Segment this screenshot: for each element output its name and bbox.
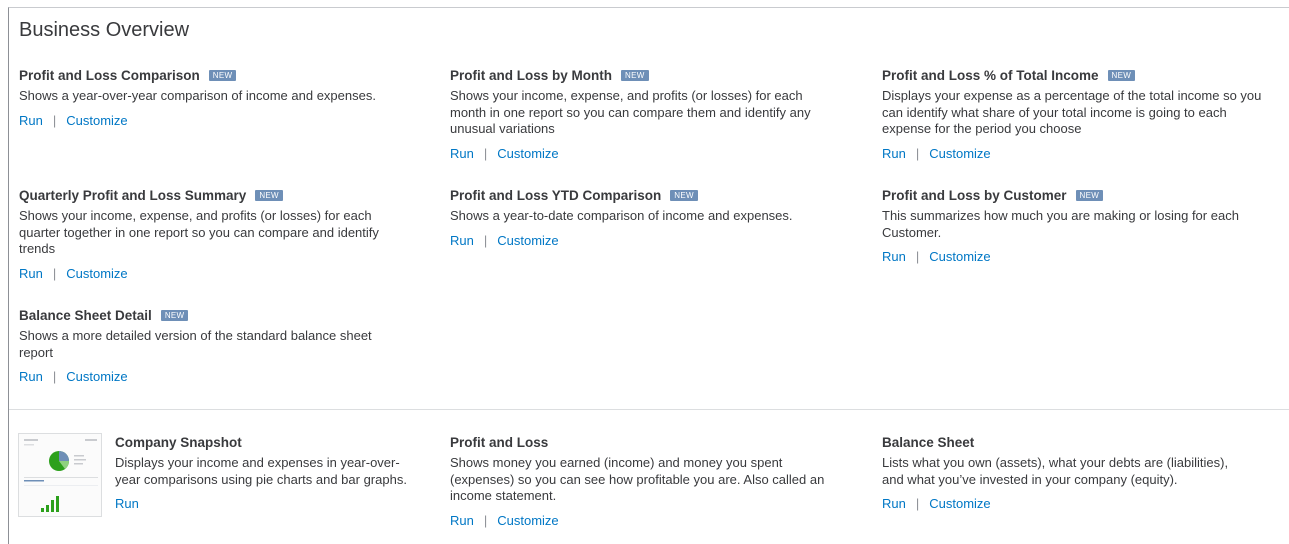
report-balance-sheet: Balance Sheet Lists what you own (assets…: [882, 433, 1232, 512]
report-title: Profit and Loss % of Total Income: [882, 67, 1099, 83]
run-link[interactable]: Run: [19, 266, 43, 282]
section-title: Business Overview: [19, 19, 190, 41]
report-title: Profit and Loss Comparison: [19, 67, 200, 83]
report-title: Profit and Loss by Month: [450, 67, 612, 83]
report-description: Shows your income, expense, and profits …: [450, 88, 811, 136]
report-pl-comparison: Profit and Loss Comparison NEW Shows a y…: [19, 66, 384, 129]
report-title: Balance Sheet: [882, 434, 975, 450]
report-pl-by-customer: Profit and Loss by Customer NEW This sum…: [882, 186, 1262, 265]
customize-link[interactable]: Customize: [497, 146, 558, 162]
customize-link[interactable]: Customize: [66, 266, 127, 282]
run-link[interactable]: Run: [450, 146, 474, 162]
report-title: Quarterly Profit and Loss Summary: [19, 187, 247, 203]
customize-link[interactable]: Customize: [929, 496, 990, 512]
run-link[interactable]: Run: [882, 146, 906, 162]
report-quarterly-pl-summary: Quarterly Profit and Loss Summary NEW Sh…: [19, 186, 399, 282]
snapshot-preview-icon: [24, 439, 98, 512]
report-description: Displays your income and expenses in yea…: [115, 455, 407, 487]
report-description: This summarizes how much you are making …: [882, 208, 1239, 240]
separator: |: [915, 496, 920, 511]
new-badge: NEW: [160, 309, 189, 321]
company-snapshot-thumbnail[interactable]: [18, 433, 102, 517]
new-badge: NEW: [208, 69, 237, 81]
run-link[interactable]: Run: [882, 496, 906, 512]
separator: |: [52, 369, 57, 384]
customize-link[interactable]: Customize: [66, 369, 127, 385]
report-title: Profit and Loss: [450, 434, 549, 450]
report-description: Displays your expense as a percentage of…: [882, 88, 1262, 136]
customize-link[interactable]: Customize: [497, 233, 558, 249]
report-title: Profit and Loss YTD Comparison: [450, 187, 662, 203]
report-description: Shows a more detailed version of the sta…: [19, 328, 372, 360]
run-link[interactable]: Run: [115, 496, 139, 512]
run-link[interactable]: Run: [450, 513, 474, 529]
separator: |: [483, 145, 488, 161]
new-badge: NEW: [1107, 69, 1136, 81]
report-pl-by-month: Profit and Loss by Month NEW Shows your …: [450, 66, 830, 162]
run-link[interactable]: Run: [19, 113, 43, 129]
report-company-snapshot: Company Snapshot Displays your income an…: [115, 433, 415, 512]
run-link[interactable]: Run: [19, 369, 43, 385]
report-title: Balance Sheet Detail: [19, 307, 152, 323]
customize-link[interactable]: Customize: [66, 113, 127, 129]
separator: |: [52, 112, 57, 128]
separator: |: [915, 145, 920, 161]
report-description: Shows your income, expense, and profits …: [19, 208, 379, 256]
new-badge: NEW: [670, 189, 698, 201]
report-description: Lists what you own (assets), what your d…: [882, 455, 1229, 487]
separator: |: [483, 512, 488, 528]
report-title: Company Snapshot: [115, 434, 242, 450]
report-description: Shows a year-to-date comparison of incom…: [450, 208, 793, 223]
report-description: Shows a year-over-year comparison of inc…: [19, 88, 376, 103]
customize-link[interactable]: Customize: [929, 249, 990, 265]
report-pl-ytd-comparison: Profit and Loss YTD Comparison NEW Shows…: [450, 186, 850, 249]
new-badge: NEW: [255, 189, 283, 201]
separator: |: [52, 265, 57, 281]
customize-link[interactable]: Customize: [497, 513, 558, 529]
new-badge: NEW: [1075, 189, 1104, 201]
section-divider: [9, 409, 1289, 410]
new-badge: NEW: [621, 69, 649, 81]
run-link[interactable]: Run: [882, 249, 906, 265]
customize-link[interactable]: Customize: [929, 146, 990, 162]
report-profit-and-loss: Profit and Loss Shows money you earned (…: [450, 433, 835, 529]
report-balance-sheet-detail: Balance Sheet Detail NEW Shows a more de…: [19, 306, 384, 385]
report-pl-percent-total-income: Profit and Loss % of Total Income NEW Di…: [882, 66, 1277, 162]
report-title: Profit and Loss by Customer: [882, 187, 1067, 203]
separator: |: [915, 249, 920, 264]
report-description: Shows money you earned (income) and mone…: [450, 455, 825, 503]
separator: |: [483, 232, 488, 248]
run-link[interactable]: Run: [450, 233, 474, 249]
